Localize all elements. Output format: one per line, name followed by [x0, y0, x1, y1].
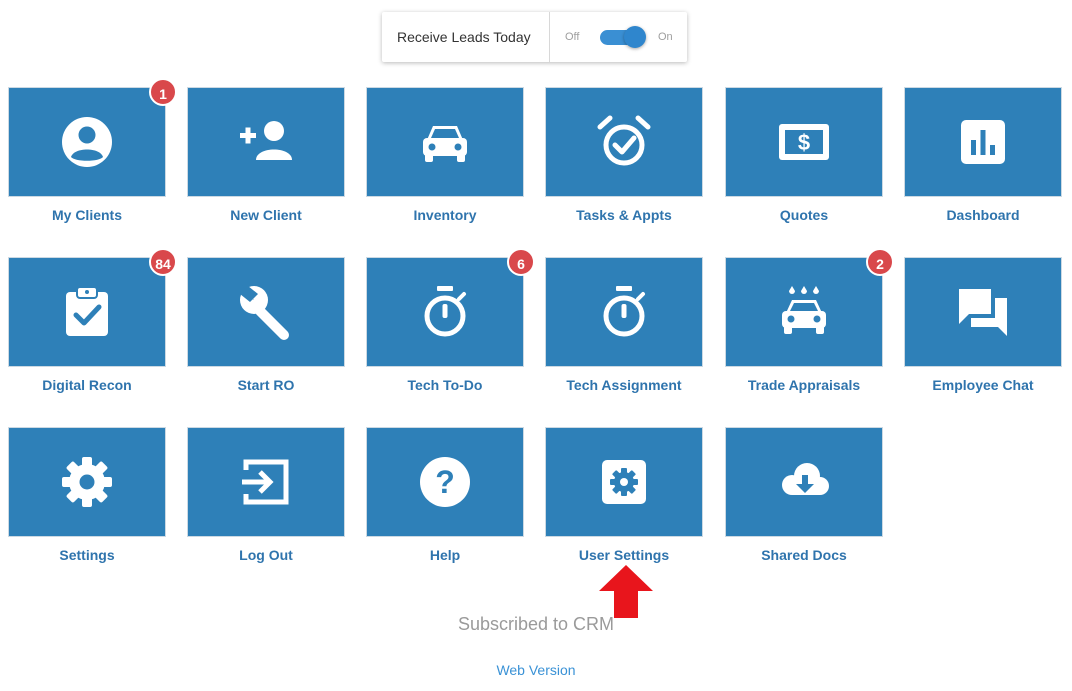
tile-trade-appraisals[interactable]: 2 Trade Appraisals [725, 248, 894, 393]
svg-text:?: ? [435, 464, 455, 500]
tile-label[interactable]: Tech To-Do [356, 377, 534, 393]
tile-button[interactable] [8, 257, 166, 367]
dollar-bill-icon: $ [779, 124, 829, 160]
tile-button[interactable] [904, 87, 1062, 197]
tile-label[interactable]: Employee Chat [894, 377, 1072, 393]
tile-label[interactable]: Start RO [177, 377, 355, 393]
tile-inventory[interactable]: Inventory [366, 87, 524, 223]
toggle-on-label: On [658, 31, 673, 43]
tile-label[interactable]: Shared Docs [715, 547, 893, 563]
cloud-download-icon [782, 463, 829, 495]
tile-help[interactable]: ? Help [366, 427, 524, 563]
tile-button[interactable] [187, 87, 345, 197]
tile-button[interactable] [545, 87, 703, 197]
tile-tech-to-do[interactable]: 6 Tech To-Do [366, 248, 535, 393]
car-icon [423, 126, 467, 162]
tile-employee-chat[interactable]: Employee Chat [904, 257, 1062, 393]
divider [549, 12, 550, 62]
tile-log-out[interactable]: Log Out [187, 427, 345, 563]
settings-box-icon [602, 460, 646, 504]
tile-label[interactable]: Inventory [356, 207, 534, 223]
tile-label[interactable]: Tasks & Appts [535, 207, 713, 223]
tile-button[interactable] [366, 87, 524, 197]
chat-bubbles-icon [959, 289, 1007, 336]
tile-button[interactable] [187, 427, 345, 537]
tile-label[interactable]: Log Out [177, 547, 355, 563]
tile-label[interactable]: User Settings [535, 547, 713, 563]
tile-label[interactable]: Help [356, 547, 534, 563]
tile-button[interactable] [545, 427, 703, 537]
tile-label[interactable]: My Clients [0, 207, 176, 223]
exit-icon [242, 459, 289, 505]
tile-new-client[interactable]: New Client [187, 87, 345, 223]
toggle-off-label: Off [565, 31, 580, 43]
tile-button[interactable] [366, 257, 524, 367]
tile-button[interactable] [8, 87, 166, 197]
bar-chart-icon [961, 120, 1005, 164]
subscription-status: Subscribed to CRM [457, 614, 615, 634]
receive-leads-label: Receive Leads Today [397, 29, 531, 45]
question-circle-icon: ? [420, 457, 470, 507]
tile-label[interactable]: Digital Recon [0, 377, 176, 393]
tile-digital-recon[interactable]: 84 Digital Recon [8, 248, 177, 393]
stopwatch-icon [424, 286, 466, 337]
tile-label[interactable]: Dashboard [894, 207, 1072, 223]
account-circle-icon [62, 117, 112, 167]
tile-label[interactable]: Quotes [715, 207, 893, 223]
notification-badge: 1 [149, 78, 177, 106]
tile-shared-docs[interactable]: Shared Docs [725, 427, 883, 563]
stopwatch-icon [603, 286, 645, 337]
tile-start-ro[interactable]: Start RO [187, 257, 345, 393]
tile-button[interactable] [187, 257, 345, 367]
clipboard-check-icon [66, 286, 108, 336]
wrench-icon [238, 284, 289, 340]
tile-button[interactable] [725, 427, 883, 537]
tile-label[interactable]: Trade Appraisals [715, 377, 893, 393]
tile-button[interactable]: ? [366, 427, 524, 537]
tile-button[interactable]: $ [725, 87, 883, 197]
tile-button[interactable] [904, 257, 1062, 367]
tile-label[interactable]: Tech Assignment [535, 377, 713, 393]
tile-tech-assignment[interactable]: Tech Assignment [545, 257, 703, 393]
tile-user-settings[interactable]: User Settings [545, 427, 703, 563]
tile-button[interactable] [545, 257, 703, 367]
tile-label[interactable]: Settings [0, 547, 176, 563]
tile-quotes[interactable]: $ Quotes [725, 87, 883, 223]
notification-badge: 84 [149, 248, 177, 276]
web-version-link[interactable]: Web Version [0, 662, 1072, 678]
receive-leads-card: Receive Leads Today Off On [382, 12, 687, 62]
tile-my-clients[interactable]: 1 My Clients [8, 78, 177, 223]
tile-dashboard[interactable]: Dashboard [904, 87, 1062, 223]
car-wash-icon [782, 286, 826, 334]
toggle-knob[interactable] [624, 26, 646, 48]
add-person-icon [240, 121, 292, 160]
tile-tasks-appts[interactable]: Tasks & Appts [545, 87, 703, 223]
svg-text:$: $ [798, 130, 810, 155]
notification-badge: 6 [507, 248, 535, 276]
tile-button[interactable] [8, 427, 166, 537]
alarm-check-icon [597, 115, 651, 166]
tile-label[interactable]: New Client [177, 207, 355, 223]
tile-button[interactable] [725, 257, 883, 367]
gear-icon [62, 457, 112, 507]
red-arrow-annotation [599, 565, 653, 618]
tile-settings[interactable]: Settings [8, 427, 166, 563]
notification-badge: 2 [866, 248, 894, 276]
